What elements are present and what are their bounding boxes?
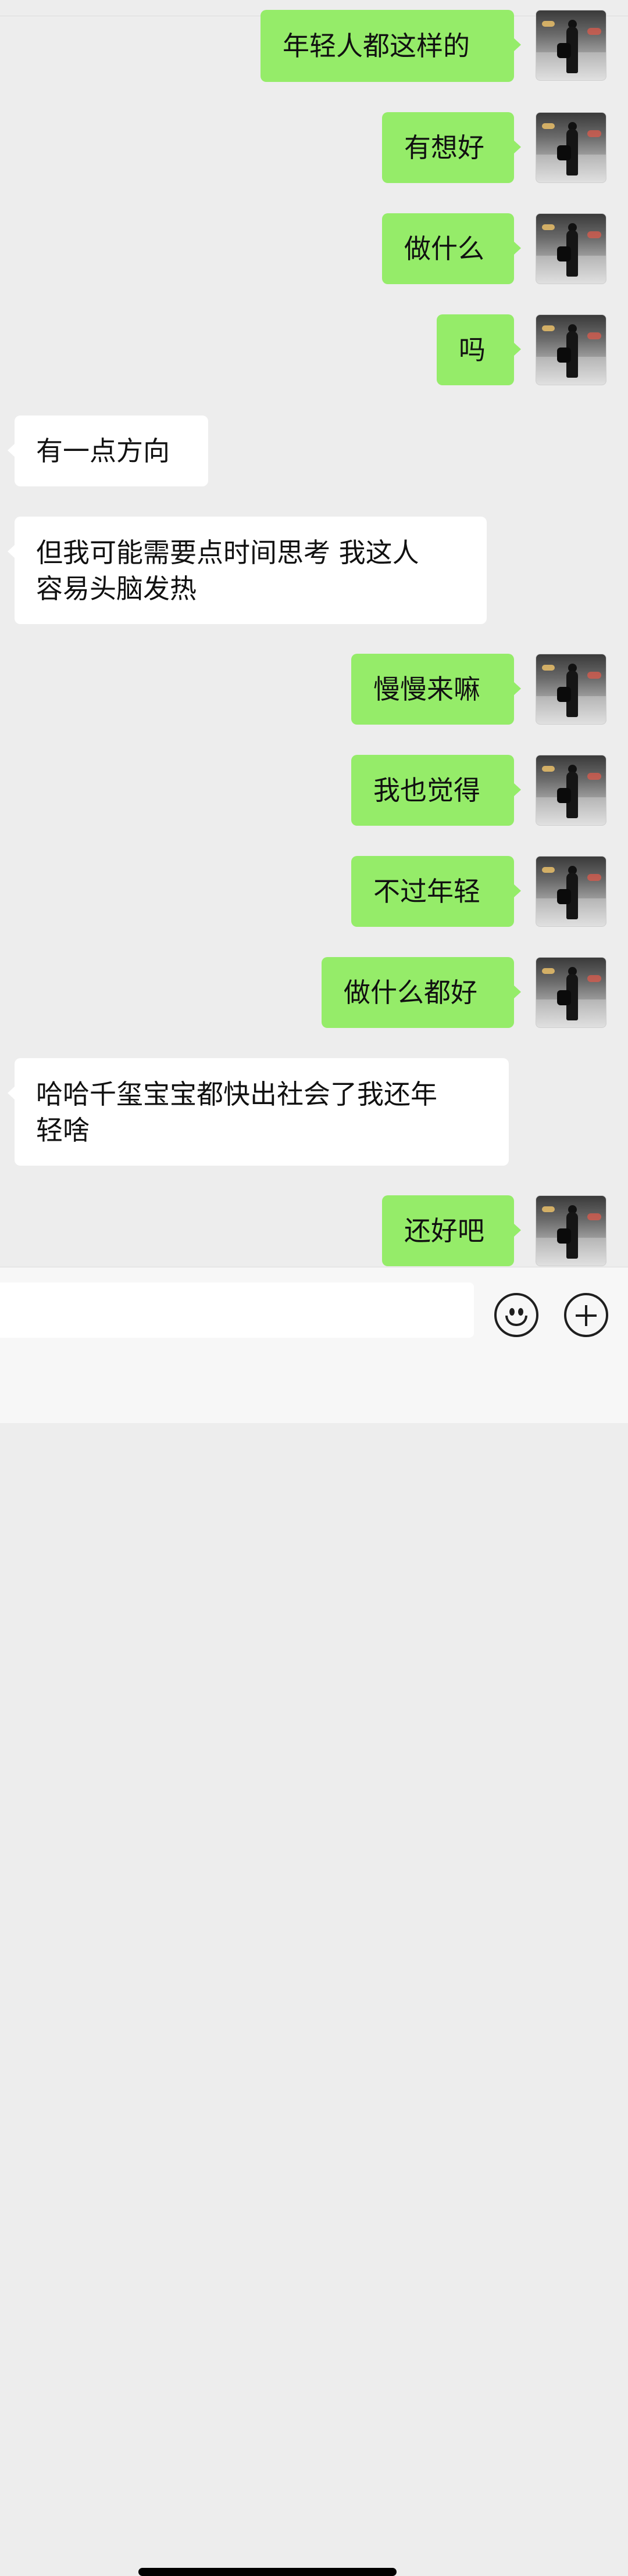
message-bubble[interactable]: 不过年轻: [351, 856, 521, 927]
message-bubble[interactable]: 年轻人都这样的: [261, 10, 521, 82]
avatar[interactable]: [536, 314, 606, 385]
input-bar: [0, 1267, 628, 2576]
avatar[interactable]: [536, 213, 606, 284]
avatar[interactable]: [536, 957, 606, 1028]
message-bubble[interactable]: 做什么: [382, 213, 521, 284]
plus-icon[interactable]: [564, 1293, 608, 1337]
avatar[interactable]: [536, 112, 606, 183]
avatar[interactable]: [536, 1195, 606, 1266]
message-bubble[interactable]: 但我可能需要点时间思考 我这人 容易头脑发热: [8, 517, 487, 624]
message-bubble[interactable]: 吗: [437, 314, 521, 385]
message-bubble[interactable]: 有一点方向: [8, 415, 208, 486]
avatar[interactable]: [536, 856, 606, 927]
smiley-icon[interactable]: [494, 1293, 538, 1337]
avatar[interactable]: [536, 654, 606, 725]
avatar[interactable]: [536, 755, 606, 826]
message-bubble[interactable]: 有想好: [382, 112, 521, 183]
message-bubble[interactable]: 慢慢来嘛: [351, 654, 521, 725]
avatar[interactable]: [536, 10, 606, 81]
message-bubble[interactable]: 我也觉得: [351, 755, 521, 826]
message-bubble[interactable]: 做什么都好: [322, 957, 521, 1028]
chat-area[interactable]: 年轻人都这样的 有想好 做什么 吗 有一点方向 但我可能需要点时间思考 我这人 …: [0, 0, 628, 1267]
message-bubble[interactable]: 还好吧: [382, 1195, 521, 1266]
message-input[interactable]: [0, 1282, 474, 1338]
message-bubble[interactable]: 哈哈千玺宝宝都快出社会了我还年 轻啥: [8, 1058, 509, 1166]
home-indicator[interactable]: [138, 2568, 397, 2576]
